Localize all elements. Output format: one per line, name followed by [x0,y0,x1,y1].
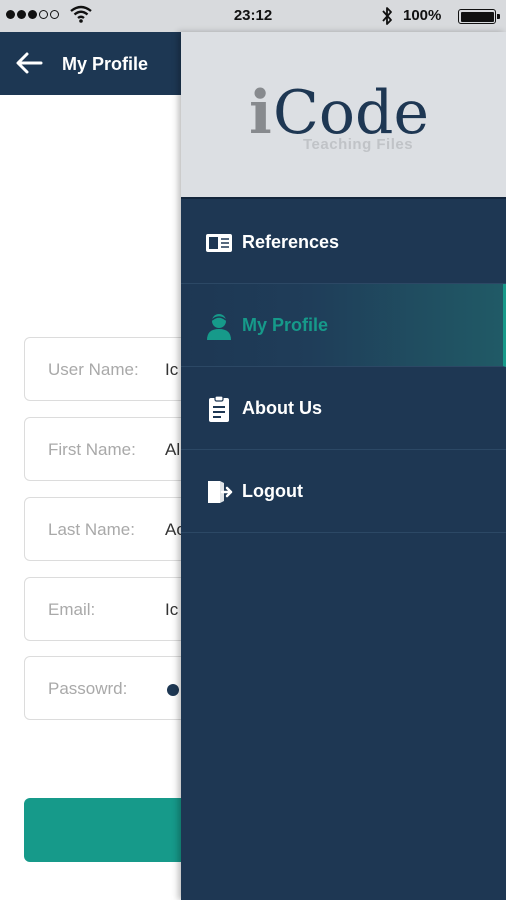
password-mask-dot [167,684,179,696]
menu-item-label: Logout [242,481,303,501]
menu-item-logout[interactable]: Logout [181,450,506,533]
field-label: Passowrd: [48,679,128,698]
field-label: User Name: [48,360,139,379]
field-value: Ic [165,360,179,379]
menu-item-about-us[interactable]: About Us [181,367,506,450]
logo-letter-i: i [249,78,272,148]
clipboard-icon [209,395,229,422]
menu-item-my-profile[interactable]: My Profile [181,284,506,367]
drawer-header: i Code Teaching Files [181,32,506,199]
logo-tagline: Teaching Files [303,136,414,153]
field-value: Ic [165,600,179,619]
menu-item-label: References [242,232,340,252]
status-bar: 23:12 100% [0,0,506,32]
user-icon [207,314,231,340]
field-label: First Name: [48,440,136,459]
field-value: Al [165,440,181,459]
book-icon [206,234,232,252]
battery-percent: 100% [403,7,442,24]
logout-door-icon [208,481,233,503]
icode-logo: i Code Teaching Files [249,72,439,162]
field-label: Last Name: [48,520,135,539]
menu-item-label: My Profile [242,315,329,335]
menu-item-label: About Us [242,398,322,418]
field-label: Email: [48,600,96,619]
battery-icon [458,9,500,24]
bluetooth-icon [382,7,392,25]
navigation-drawer: i Code Teaching Files References My Prof… [181,32,506,900]
menu-item-references[interactable]: References [181,201,506,284]
page-title: My Profile [62,54,149,74]
arrow-left-icon[interactable] [14,50,44,76]
